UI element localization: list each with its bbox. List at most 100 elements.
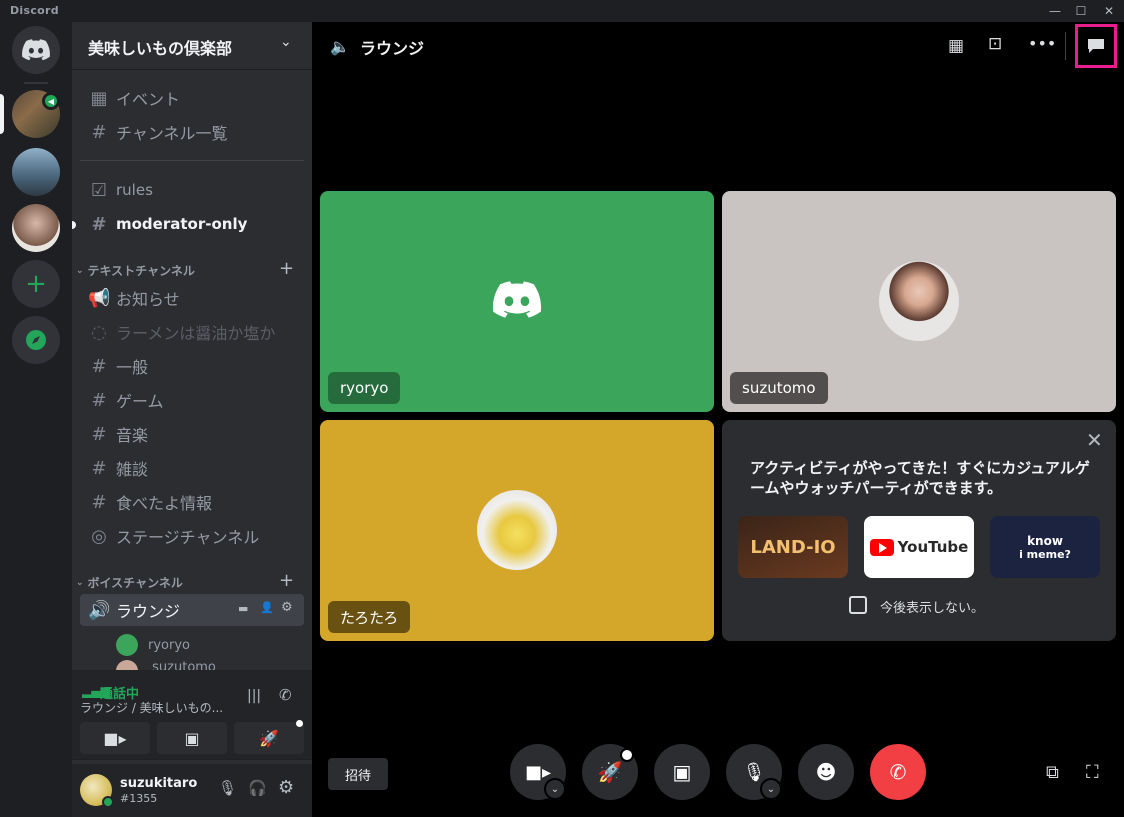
video-tile-ryoryo[interactable]: ryoryo xyxy=(320,191,714,412)
activity-card-landio[interactable]: LAND-IO xyxy=(738,516,848,578)
channel-label: 音楽 xyxy=(116,426,149,445)
gear-icon[interactable]: ⚙ xyxy=(281,600,293,615)
headphones-icon[interactable]: 🎧 xyxy=(248,779,267,797)
voice-channel-lounge[interactable]: 🔊 ラウンジ ▬ 👤 ⚙ xyxy=(80,594,304,626)
voice-category[interactable]: ⌄ ボイスチャンネル xyxy=(76,574,296,591)
user-name[interactable]: suzukitaro xyxy=(120,776,197,791)
channel-title: ラウンジ xyxy=(360,39,425,58)
channel-tabetayo[interactable]: # 食べたよ情報 xyxy=(80,486,304,518)
invite-button[interactable]: 招待 xyxy=(328,758,388,790)
camera-button[interactable]: ■▸ xyxy=(80,722,150,754)
settings-gear-icon[interactable]: ⚙ xyxy=(278,777,294,798)
guild-header[interactable]: 美味しいもの倶楽部 ⌄ xyxy=(72,22,312,70)
call-location[interactable]: ラウンジ / 美味しいもの... xyxy=(80,699,223,716)
close-icon[interactable]: ✕ xyxy=(1086,428,1103,452)
speaker-icon: 🔈 xyxy=(330,37,350,56)
more-options-icon[interactable]: ••• xyxy=(1028,34,1056,53)
new-dot xyxy=(620,748,634,762)
user-panel: suzukitaro #1355 🎙 🎧 ⚙ xyxy=(72,764,312,817)
channel-zatsudan[interactable]: # 雑談 xyxy=(80,452,304,484)
channel-label: 雑談 xyxy=(116,460,149,479)
rail-divider xyxy=(24,82,48,84)
add-voice-channel-button[interactable]: + xyxy=(279,570,294,591)
microphone-icon: 🎙 xyxy=(742,761,766,783)
activity-promo-card: ✕ アクティビティがやってきた！すぐにカジュアルゲームやウォッチパーティができま… xyxy=(722,420,1116,641)
inbox-icon[interactable]: ⊡ xyxy=(988,34,1002,54)
chat-toggle-button[interactable] xyxy=(1075,24,1117,68)
channel-label: ラウンジ xyxy=(116,602,181,621)
channel-label: moderator-only xyxy=(116,215,248,233)
avatar xyxy=(116,660,138,670)
channel-label: ステージチャンネル xyxy=(116,528,260,547)
voice-member-suzutomo[interactable]: suzutomo xyxy=(116,660,296,670)
member-name: ryoryo xyxy=(148,637,190,653)
add-text-channel-button[interactable]: + xyxy=(279,258,294,279)
channel-ramen[interactable]: ◌ ラーメンは醤油か塩か xyxy=(80,316,304,348)
activity-card-youtube[interactable]: YouTube xyxy=(864,516,974,578)
channel-game[interactable]: # ゲーム xyxy=(80,384,304,416)
screen-share-button[interactable]: ▣ xyxy=(157,722,227,754)
activity-button[interactable]: 🚀 xyxy=(234,722,304,754)
events-item[interactable]: ▦ イベント xyxy=(80,82,304,114)
participant-name: たろたろ xyxy=(328,601,411,633)
speaker-badge-icon: ◀ xyxy=(42,92,60,110)
category-label: テキストチャンネル xyxy=(87,264,195,278)
close-button[interactable]: ✕ xyxy=(1096,0,1122,22)
voice-status-panel: ▂▄▆ 通話中 ラウンジ / 美味しいもの... ||| ✆ ■▸ ▣ 🚀 xyxy=(72,670,312,760)
server-rail: ◀ + xyxy=(0,22,72,817)
mic-options-caret[interactable]: ⌄ xyxy=(760,778,782,800)
activity-card-know-meme[interactable]: know i meme? xyxy=(990,516,1100,578)
grid-layout-icon[interactable]: ▦ xyxy=(948,36,964,56)
disconnect-button[interactable]: ✆ xyxy=(870,744,926,800)
add-server-button[interactable]: + xyxy=(12,260,60,308)
hash-icon: # xyxy=(91,423,107,445)
hang-up-icon: ✆ xyxy=(889,760,907,784)
participant-name: suzutomo xyxy=(730,372,828,404)
video-tile-tarotaro[interactable]: たろたろ xyxy=(320,420,714,641)
channel-rules[interactable]: ☑ rules xyxy=(80,174,304,206)
sidebar-divider xyxy=(80,160,304,161)
chat-icon[interactable]: ▬ xyxy=(238,602,248,615)
calendar-icon: ▦ xyxy=(90,87,108,109)
forum-icon: ◌ xyxy=(91,321,107,343)
microphone-icon[interactable]: 🎙 xyxy=(218,779,237,797)
pop-out-icon[interactable]: ⧉ xyxy=(1046,762,1059,783)
status-online-icon xyxy=(102,796,114,808)
screen-share-control[interactable]: ▣ xyxy=(654,744,710,800)
stage-icon: ◎ xyxy=(91,525,107,547)
fullscreen-icon[interactable]: ⛶ xyxy=(1086,762,1099,783)
server-icon-train[interactable] xyxy=(12,148,60,196)
minimize-button[interactable]: — xyxy=(1042,0,1068,22)
channel-list-item[interactable]: # チャンネル一覧 xyxy=(80,116,304,148)
text-category[interactable]: ⌄ テキストチャンネル xyxy=(76,262,296,279)
home-button[interactable] xyxy=(12,26,60,74)
channel-stage[interactable]: ◎ ステージチャンネル xyxy=(80,520,304,552)
explore-button[interactable] xyxy=(12,316,60,364)
server-icon-portrait[interactable] xyxy=(12,204,60,252)
call-view: 🔈 ラウンジ ▦ ⊡ ••• ryoryo suzutomo たろたろ ✕ アク… xyxy=(312,22,1124,817)
activity-card-label: i meme? xyxy=(1019,547,1071,561)
rules-icon: ☑ xyxy=(90,179,108,201)
soundboard-button[interactable]: ☻ xyxy=(798,744,854,800)
camera-options-caret[interactable]: ⌄ xyxy=(544,778,566,800)
invite-user-icon[interactable]: 👤 xyxy=(260,601,274,614)
plus-icon: + xyxy=(25,269,47,299)
channel-music[interactable]: # 音楽 xyxy=(80,418,304,450)
channel-ippan[interactable]: # 一般 xyxy=(80,350,304,382)
user-tag: #1355 xyxy=(120,792,158,805)
video-tile-suzutomo[interactable]: suzutomo xyxy=(722,191,1116,412)
maximize-button[interactable]: ☐ xyxy=(1068,0,1094,22)
channel-label: rules xyxy=(116,181,153,199)
channel-oshirase[interactable]: 📢 お知らせ xyxy=(80,282,304,314)
noise-suppression-icon[interactable]: ||| xyxy=(247,688,261,704)
chevron-icon: ⌄ xyxy=(76,577,84,588)
channel-list-label: チャンネル一覧 xyxy=(116,124,228,143)
screen-share-icon: ▣ xyxy=(672,760,692,784)
disconnect-icon[interactable]: ✆ xyxy=(279,686,292,704)
voice-member-ryoryo[interactable]: ryoryo xyxy=(116,634,296,656)
category-label: ボイスチャンネル xyxy=(87,576,183,590)
smile-icon: ☻ xyxy=(815,760,837,784)
dont-show-checkbox[interactable] xyxy=(849,596,867,614)
channel-moderator-only[interactable]: # moderator-only xyxy=(80,208,304,240)
selected-pill xyxy=(0,94,4,134)
